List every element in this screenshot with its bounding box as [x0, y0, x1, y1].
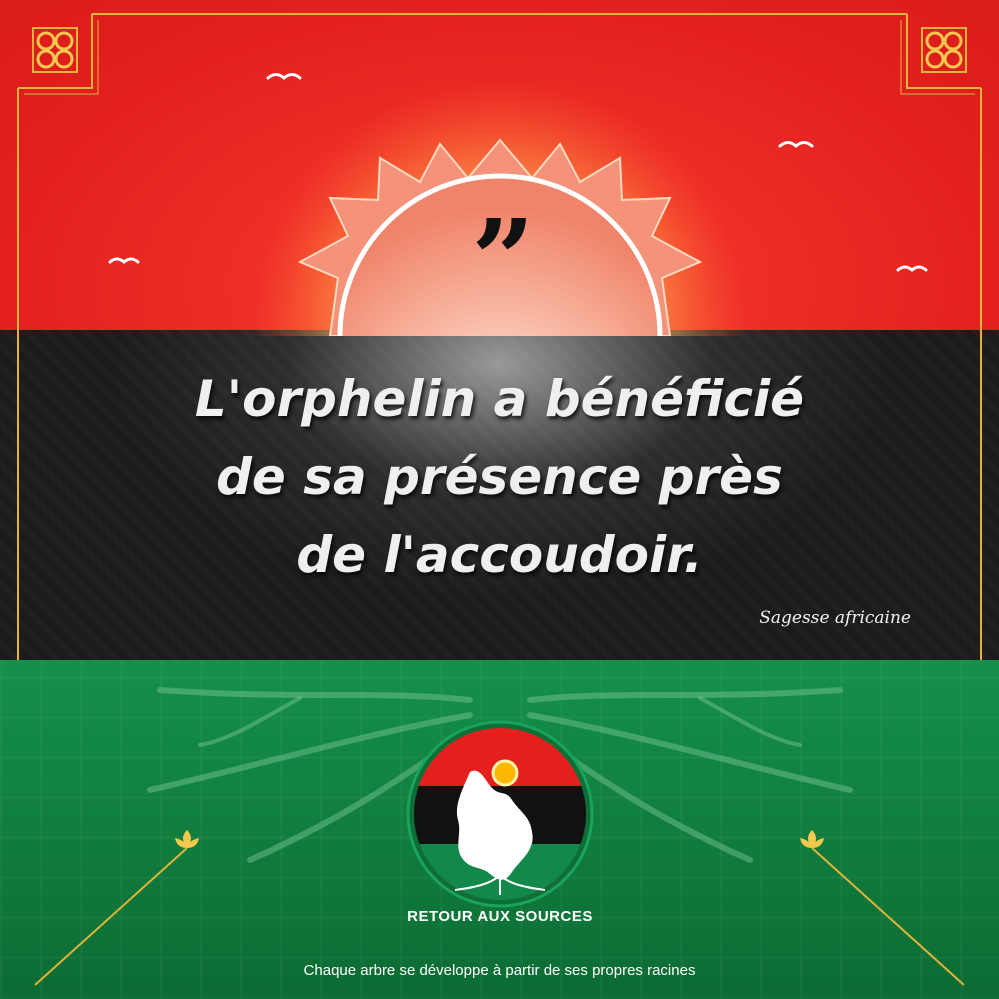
logo — [406, 720, 594, 908]
roots-and-logo-layer — [34, 687, 965, 986]
poster: ” L'orphelin a bénéficié de sa présence … — [0, 0, 999, 999]
brand-name: RETOUR AUX SOURCES — [407, 908, 593, 925]
sun-logo-icon — [491, 759, 519, 787]
tagline: Chaque arbre se développe à partir de se… — [303, 962, 696, 979]
